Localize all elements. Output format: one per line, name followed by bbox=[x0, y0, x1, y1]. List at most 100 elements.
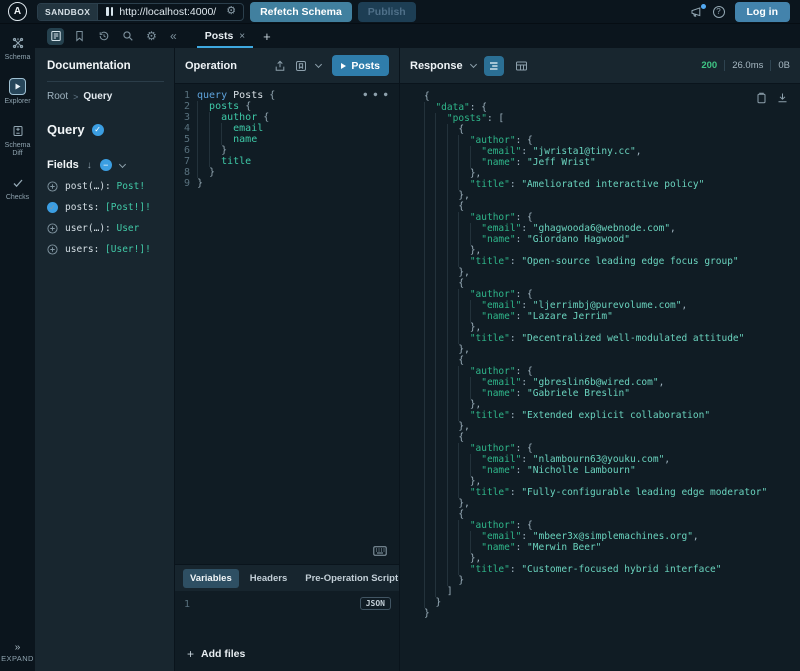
breadcrumb: Root > Query bbox=[47, 91, 164, 102]
download-response-icon[interactable] bbox=[777, 92, 788, 104]
response-panel: Response bbox=[400, 48, 800, 671]
response-line: }, bbox=[424, 322, 800, 333]
publish-button[interactable]: Publish bbox=[358, 2, 416, 22]
response-metrics: 200 26.0ms 0B bbox=[701, 60, 790, 71]
operation-tab-posts[interactable]: Posts × bbox=[197, 24, 253, 48]
query-code[interactable]: query Posts { posts { author { email nam… bbox=[197, 90, 275, 564]
response-body[interactable]: { "data": { "posts": [ { "author": { "em… bbox=[400, 84, 800, 671]
response-header: Response bbox=[400, 48, 800, 84]
help-icon[interactable]: ? bbox=[713, 6, 725, 18]
variables-line-number: 1 bbox=[175, 599, 197, 637]
add-field-plus-icon[interactable] bbox=[47, 223, 58, 234]
response-line: "data": { bbox=[424, 102, 800, 113]
field-signature: users: [User!]! bbox=[65, 244, 151, 255]
json-mode-badge[interactable]: JSON bbox=[360, 597, 391, 610]
add-field-plus-icon[interactable] bbox=[47, 181, 58, 192]
response-title: Response bbox=[410, 60, 463, 72]
field-row[interactable]: users: [User!]! bbox=[47, 243, 164, 255]
tab-pre-operation-script[interactable]: Pre-Operation Script bbox=[298, 569, 399, 588]
response-line: "posts": [ bbox=[424, 113, 800, 124]
fields-list: post(…): Post! ✓posts: [Post!]! user(…): U… bbox=[47, 180, 164, 255]
response-line: "author": { bbox=[424, 135, 800, 146]
sort-fields-icon[interactable]: ↓ bbox=[87, 160, 92, 171]
connection-status-icon bbox=[106, 7, 113, 16]
run-operation-button[interactable]: Posts bbox=[332, 55, 389, 76]
chevron-down-icon[interactable] bbox=[119, 160, 126, 167]
response-line: "email": "mbeer3x@simplemachines.org", bbox=[424, 531, 800, 542]
table-view-icon[interactable] bbox=[512, 56, 532, 76]
endpoint-url-input[interactable]: http://localhost:4000/ bbox=[119, 6, 224, 18]
login-button[interactable]: Log in bbox=[735, 2, 791, 22]
explorer-icon bbox=[9, 78, 26, 95]
line-numbers: 123456789 bbox=[175, 90, 197, 564]
tree-view-icon[interactable] bbox=[484, 56, 504, 76]
response-line: "name": "Lazare Jerrim" bbox=[424, 311, 800, 322]
sidebar-item-checks[interactable]: Checks bbox=[6, 174, 29, 202]
query-line: title bbox=[197, 156, 275, 167]
history-icon[interactable] bbox=[95, 28, 112, 45]
response-line: }, bbox=[424, 553, 800, 564]
status-code: 200 bbox=[701, 60, 717, 71]
announcements-megaphone-icon[interactable] bbox=[690, 6, 703, 18]
connection-settings-gear-icon[interactable]: ⚙ bbox=[224, 6, 243, 17]
response-line: { bbox=[424, 91, 800, 102]
add-field-plus-icon[interactable] bbox=[47, 244, 58, 255]
breadcrumb-root-link[interactable]: Root bbox=[47, 91, 68, 102]
apollo-logo[interactable]: A bbox=[0, 2, 35, 21]
schema-diff-icon bbox=[9, 122, 26, 139]
share-operation-icon[interactable] bbox=[274, 60, 286, 72]
response-line: "title": "Open-source leading edge focus… bbox=[424, 256, 800, 267]
field-row[interactable]: user(…): User bbox=[47, 222, 164, 234]
settings-gear-icon[interactable]: ⚙ bbox=[143, 28, 160, 45]
response-line: "name": "Giordano Hagwood" bbox=[424, 234, 800, 245]
add-files-button[interactable]: + Add files bbox=[175, 637, 399, 671]
query-editor[interactable]: 123456789 query Posts { posts { author {… bbox=[175, 84, 399, 564]
variables-editor[interactable]: 1 JSON bbox=[175, 591, 399, 637]
close-tab-icon[interactable]: × bbox=[239, 31, 245, 42]
response-size: 0B bbox=[778, 60, 790, 71]
tab-headers[interactable]: Headers bbox=[243, 569, 295, 588]
tab-variables[interactable]: Variables bbox=[183, 569, 239, 588]
save-to-collection-icon[interactable] bbox=[295, 60, 307, 72]
type-title: Query bbox=[47, 122, 85, 137]
saved-operations-bookmark-icon[interactable] bbox=[71, 28, 88, 45]
breadcrumb-current: Query bbox=[83, 91, 112, 102]
field-selected-check-icon[interactable]: ✓ bbox=[47, 202, 58, 213]
response-line: "author": { bbox=[424, 520, 800, 531]
collection-chevron-down-icon[interactable] bbox=[315, 61, 322, 68]
collapse-panel-icon[interactable]: « bbox=[170, 29, 177, 43]
sidebar-item-explorer[interactable]: Explorer bbox=[4, 78, 30, 106]
query-line: email bbox=[197, 123, 275, 134]
refetch-schema-button[interactable]: Refetch Schema bbox=[250, 2, 352, 22]
new-tab-button[interactable]: + bbox=[263, 29, 271, 44]
response-line: "email": "jwrista1@tiny.cc", bbox=[424, 146, 800, 157]
editor-menu-icon[interactable]: ● ● ● bbox=[363, 89, 389, 100]
query-line: } bbox=[197, 167, 275, 178]
top-bar: A SANDBOX http://localhost:4000/ ⚙ Refet… bbox=[0, 0, 800, 24]
response-line: "email": "gbreslin6b@wired.com", bbox=[424, 377, 800, 388]
response-line: }, bbox=[424, 344, 800, 355]
query-line: query Posts { bbox=[197, 90, 275, 101]
response-line: }, bbox=[424, 476, 800, 487]
copy-response-icon[interactable] bbox=[756, 92, 767, 104]
keyboard-shortcuts-icon[interactable] bbox=[373, 546, 387, 556]
response-line: "name": "Jeff Wrist" bbox=[424, 157, 800, 168]
search-icon[interactable] bbox=[119, 28, 136, 45]
expand-rail-button[interactable]: » EXPAND bbox=[1, 644, 34, 663]
sidebar-item-schema-diff[interactable]: Schema Diff bbox=[0, 122, 35, 158]
sidebar-item-schema[interactable]: Schema bbox=[5, 34, 31, 62]
response-line: "title": "Extended explicit collaboratio… bbox=[424, 410, 800, 421]
response-line: }, bbox=[424, 190, 800, 201]
endpoint-url-bar[interactable]: SANDBOX http://localhost:4000/ ⚙ bbox=[37, 3, 244, 21]
response-line: } bbox=[424, 597, 800, 608]
response-line: }, bbox=[424, 245, 800, 256]
field-row[interactable]: post(…): Post! bbox=[47, 180, 164, 192]
type-selected-check-icon: ✓ bbox=[92, 124, 104, 136]
documentation-panel-icon[interactable] bbox=[47, 28, 64, 45]
field-row[interactable]: ✓posts: [Post!]! bbox=[47, 201, 164, 213]
response-chevron-down-icon[interactable] bbox=[470, 61, 477, 68]
filter-selected-badge[interactable]: − bbox=[100, 159, 112, 171]
left-rail: Schema Explorer Schema Diff Checks bbox=[0, 24, 35, 671]
query-line: } bbox=[197, 145, 275, 156]
response-line: }, bbox=[424, 421, 800, 432]
